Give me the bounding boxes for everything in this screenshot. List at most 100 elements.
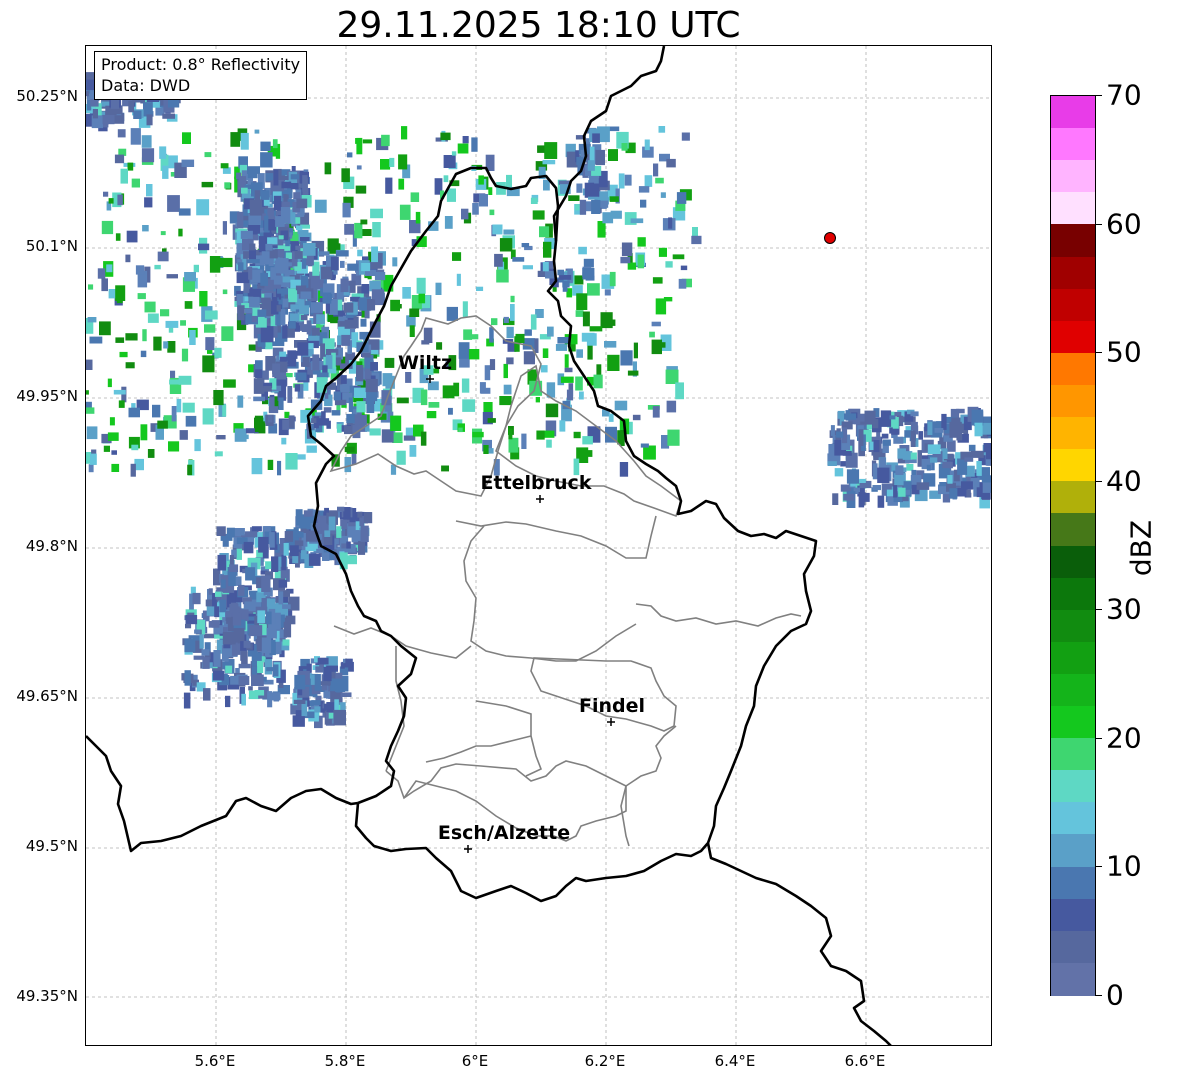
echo-cell [152, 404, 161, 418]
echo-cell [889, 415, 896, 420]
echo-cell [609, 196, 619, 202]
echo-cell [560, 376, 574, 383]
echo-cell [317, 657, 329, 665]
colorbar-unit: dBZ [1124, 519, 1158, 577]
echo-cell [187, 464, 193, 476]
echo-cell [343, 302, 354, 313]
echo-cell [557, 269, 564, 276]
colorbar-segment [1051, 866, 1095, 900]
echo-cell [157, 420, 168, 429]
echo-cell [491, 318, 498, 326]
echo-cell [157, 251, 169, 262]
echo-cell [472, 203, 479, 215]
echo-cell [221, 579, 226, 589]
echo-cell [272, 139, 278, 149]
colorbar-segment [1051, 224, 1095, 258]
echo-cell [183, 692, 191, 709]
echo-cell [344, 223, 355, 235]
echo-cell [916, 482, 930, 490]
echo-cell [910, 452, 917, 460]
echo-cell [503, 384, 512, 395]
echo-cell [356, 365, 364, 382]
echo-cell [436, 342, 443, 350]
echo-cell [160, 231, 166, 236]
echo-cell [264, 215, 269, 232]
echo-cell [88, 284, 94, 290]
echo-cell [981, 475, 991, 483]
echo-cell [392, 432, 403, 443]
lat-label: 50.1°N [25, 237, 78, 255]
echo-cell [331, 410, 341, 416]
echo-cell [539, 226, 550, 238]
colorbar-tick [1096, 352, 1102, 354]
echo-cell [882, 439, 891, 446]
echo-cell [225, 695, 231, 708]
echo-cell [457, 143, 469, 154]
echo-cell [101, 278, 108, 292]
echo-cell [499, 238, 513, 252]
echo-cell [409, 325, 415, 337]
echo-cell [632, 414, 641, 421]
echo-cell [934, 428, 944, 433]
colorbar-segment [1051, 706, 1095, 739]
product-label: Product: 0.8° Reflectivity [101, 55, 301, 74]
echo-cell [295, 509, 303, 526]
echo-cell [297, 229, 309, 235]
city-marker [464, 845, 472, 853]
echo-cell [299, 305, 310, 315]
echo-cell [247, 172, 258, 179]
echo-cell [384, 357, 395, 368]
city-label: Esch/Alzette [438, 822, 570, 844]
echo-cell [542, 160, 556, 165]
echo-cell [281, 554, 287, 571]
echo-cell [573, 431, 581, 439]
echo-cell [340, 375, 347, 384]
echo-cell [479, 382, 486, 394]
echo-cell [640, 443, 649, 448]
echo-cell [348, 397, 354, 412]
colorbar-tick [1096, 866, 1102, 868]
echo-cell [296, 225, 303, 231]
echo-cell [627, 370, 639, 376]
echo-cell [106, 264, 113, 273]
echo-cell [458, 427, 463, 433]
echo-cell [196, 199, 210, 216]
echo-cell [976, 461, 982, 476]
colorbar-segment [1051, 673, 1095, 707]
echo-cell [859, 478, 866, 483]
echo-cell [287, 353, 293, 365]
echo-cell [389, 157, 395, 167]
echo-cell [361, 284, 370, 294]
echo-cell [895, 465, 904, 475]
echo-cell [630, 218, 644, 224]
echo-cell [260, 152, 273, 168]
echo-cell [537, 145, 545, 153]
colorbar-segment [1051, 481, 1095, 514]
echo-cell [327, 293, 333, 301]
echo-cell [185, 623, 192, 629]
echo-cell [330, 256, 339, 271]
echo-cell [596, 364, 602, 376]
echo-cell [86, 91, 89, 97]
echo-cell [522, 338, 535, 350]
echo-cell [282, 604, 291, 609]
echo-cell [342, 202, 351, 218]
colorbar-label: 0 [1106, 978, 1124, 1012]
colorbar-segment [1051, 930, 1095, 964]
echo-cell [390, 415, 402, 431]
echo-cell [247, 259, 260, 264]
echo-cell [115, 233, 121, 241]
echo-cell [575, 376, 583, 391]
echo-cell [872, 485, 881, 491]
echo-cell [284, 531, 294, 542]
colorbar-segment [1051, 128, 1095, 161]
echo-cell [489, 327, 494, 343]
echo-cell [115, 285, 126, 301]
echo-cell [254, 129, 260, 134]
echo-cell [877, 495, 885, 508]
echo-cell [489, 359, 496, 370]
echo-cell [508, 428, 513, 440]
radar-map[interactable]: Wiltz Ettelbruck Findel Esch/Alzette [85, 45, 992, 1046]
echo-cell [462, 399, 476, 412]
echo-cell [946, 440, 956, 452]
